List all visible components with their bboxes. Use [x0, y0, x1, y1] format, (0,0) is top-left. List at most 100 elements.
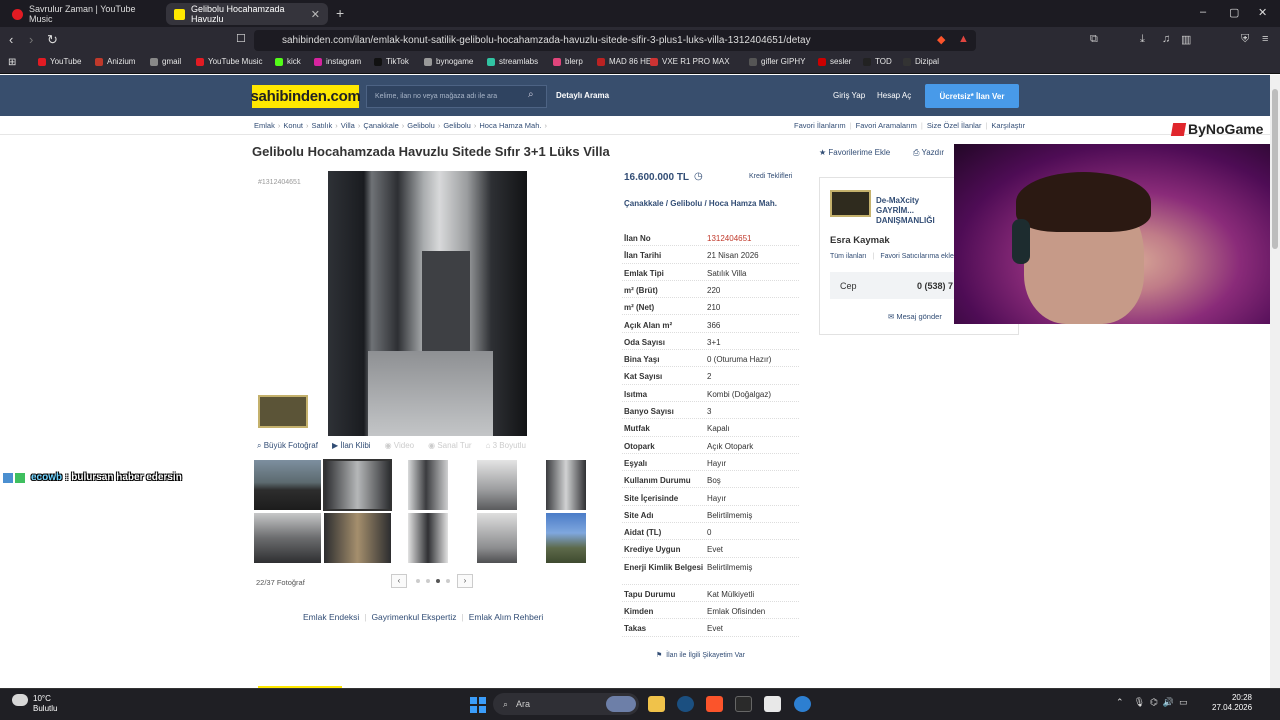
- login-link[interactable]: Giriş Yap: [833, 91, 865, 100]
- bookmark-item[interactable]: gifler GIPHY: [749, 57, 805, 66]
- page-scrollbar[interactable]: [1270, 75, 1280, 688]
- minimize-button[interactable]: –: [1200, 6, 1206, 18]
- location-link[interactable]: Çanakkale / Gelibolu / Hoca Hamza Mah.: [624, 199, 784, 209]
- photo-thumbnail[interactable]: [254, 513, 321, 563]
- breadcrumb-item[interactable]: Emlak: [254, 121, 275, 130]
- info-link[interactable]: Emlak Endeksi: [303, 612, 359, 622]
- breadcrumb-item[interactable]: Satılık: [311, 121, 332, 130]
- bookmark-item[interactable]: kick: [275, 57, 301, 66]
- free-ad-button[interactable]: Ücretsiz* İlan Ver: [925, 84, 1019, 108]
- top-link[interactable]: Favori Aramalarım: [856, 121, 917, 130]
- breadcrumb-item[interactable]: Gelibolu: [443, 121, 471, 130]
- send-message-link[interactable]: ✉ Mesaj gönder: [888, 312, 942, 321]
- downloads-icon[interactable]: ⤓: [1140, 33, 1145, 46]
- main-photo[interactable]: [328, 171, 527, 436]
- agency-name[interactable]: De-MaXcity GAYRİM... DANIŞMANLIĞI: [876, 196, 956, 226]
- site-search-input[interactable]: Kelime, ilan no veya mağaza adı ile ara: [366, 85, 547, 108]
- new-tab-button[interactable]: +: [336, 5, 344, 21]
- epic-games-icon[interactable]: [735, 696, 752, 712]
- battery-icon[interactable]: ▭: [1179, 697, 1188, 707]
- register-link[interactable]: Hesap Aç: [877, 91, 911, 100]
- bookmark-item[interactable]: TOD: [863, 57, 892, 66]
- bookmark-item[interactable]: sesler: [818, 57, 851, 66]
- volume-icon[interactable]: 🔊: [1163, 697, 1174, 707]
- detailed-search-link[interactable]: Detaylı Arama: [556, 91, 609, 100]
- top-link[interactable]: Karşılaştır: [991, 121, 1025, 130]
- photo-thumbnail[interactable]: [477, 513, 517, 563]
- page-dot[interactable]: [446, 579, 450, 583]
- bookmark-item[interactable]: YouTube Music: [196, 57, 263, 66]
- bookmark-item[interactable]: VXE R1 PRO MAX: [650, 57, 730, 66]
- bookmark-icon[interactable]: ☐: [236, 32, 246, 45]
- tab-youtube-music[interactable]: Savrulur Zaman | YouTube Music: [4, 3, 164, 25]
- photo-thumbnail[interactable]: [408, 513, 448, 563]
- network-icon[interactable]: ⌬: [1150, 697, 1158, 707]
- brave-shield-icon[interactable]: ◆: [937, 33, 945, 46]
- ad-clip-button[interactable]: ▶ İlan Klibi: [332, 441, 371, 451]
- favorite-seller-link[interactable]: Favori Satıcılarıma ekle: [880, 253, 954, 260]
- vpn-icon[interactable]: ⛨: [1241, 33, 1249, 46]
- back-icon[interactable]: ‹: [9, 32, 13, 47]
- page-dot[interactable]: [426, 579, 430, 583]
- top-link[interactable]: Favori İlanlarım: [794, 121, 846, 130]
- music-icon[interactable]: ♫: [1162, 33, 1170, 45]
- settings-app-icon[interactable]: [794, 696, 811, 712]
- page-dot[interactable]: [436, 579, 440, 583]
- weather-cloud-icon[interactable]: [12, 694, 28, 706]
- print-link[interactable]: ⎙ Yazdır: [913, 148, 944, 158]
- search-icon[interactable]: ⌕: [528, 89, 534, 100]
- sidebar-icon[interactable]: ▥: [1181, 33, 1191, 46]
- photo-thumbnail[interactable]: [546, 460, 586, 510]
- bookmark-item[interactable]: instagram: [314, 57, 361, 66]
- bookmark-item[interactable]: TikTok: [374, 57, 409, 66]
- close-tab-icon[interactable]: ✕: [311, 8, 320, 21]
- price-history-icon[interactable]: ◷: [694, 171, 703, 182]
- chevron-up-icon[interactable]: ⌃: [1116, 697, 1124, 707]
- maximize-button[interactable]: ▢: [1229, 6, 1239, 19]
- bookmark-item[interactable]: gmail: [150, 57, 181, 66]
- large-photo-button[interactable]: ⌕ Büyük Fotoğraf: [257, 441, 318, 451]
- photo-thumbnail[interactable]: [323, 459, 392, 511]
- reload-icon[interactable]: ↻: [47, 32, 58, 48]
- forward-icon[interactable]: ›: [29, 32, 33, 47]
- all-listings-link[interactable]: Tüm ilanları: [830, 253, 867, 260]
- bookmark-item[interactable]: Anizium: [95, 57, 135, 66]
- phone-number[interactable]: 0 (538) 7: [917, 281, 953, 291]
- microsoft-store-icon[interactable]: [764, 696, 781, 712]
- brave-browser-icon[interactable]: [706, 696, 723, 712]
- bookmark-item[interactable]: bynogame: [424, 57, 473, 66]
- steam-icon[interactable]: [677, 696, 694, 712]
- photo-thumbnail[interactable]: [254, 460, 321, 510]
- add-favorite-link[interactable]: ★ Favorilerime Ekle: [819, 148, 890, 157]
- menu-icon[interactable]: ≡: [1262, 33, 1268, 45]
- breadcrumb-item[interactable]: Konut: [283, 121, 303, 130]
- bookmark-item[interactable]: blerp: [553, 57, 583, 66]
- photo-thumbnail[interactable]: [546, 513, 586, 563]
- credit-offers-link[interactable]: Kredi Teklifleri: [749, 173, 792, 180]
- url-field[interactable]: sahibinden.com/ilan/emlak-konut-satilik-…: [254, 30, 976, 51]
- breadcrumb-item[interactable]: Hoca Hamza Mah.: [479, 121, 541, 130]
- top-link[interactable]: Size Özel İlanlar: [927, 121, 982, 130]
- bookmark-item[interactable]: Dizipal: [903, 57, 939, 66]
- windows-start-icon[interactable]: [470, 697, 486, 713]
- info-link[interactable]: Gayrimenkul Ekspertiz: [371, 612, 456, 622]
- info-link[interactable]: Emlak Alım Rehberi: [469, 612, 544, 622]
- page-dot[interactable]: [416, 579, 420, 583]
- taskbar-clock[interactable]: 20:28 27.04.2026: [1212, 693, 1252, 713]
- extensions-icon[interactable]: ⧉: [1090, 33, 1098, 46]
- bookmark-item[interactable]: YouTube: [38, 57, 81, 66]
- photo-thumbnail[interactable]: [477, 460, 517, 510]
- breadcrumb-item[interactable]: Gelibolu: [407, 121, 435, 130]
- sahibinden-logo[interactable]: sahibinden.com: [251, 85, 361, 108]
- prev-page-button[interactable]: ‹: [391, 574, 407, 588]
- next-page-button[interactable]: ›: [457, 574, 473, 588]
- complaint-link[interactable]: ⚑ İlan ile İlgili Şikayetim Var: [656, 651, 745, 659]
- breadcrumb-item[interactable]: Çanakkale: [363, 121, 398, 130]
- file-explorer-icon[interactable]: [648, 696, 665, 712]
- taskbar-search[interactable]: ⌕ Ara: [493, 693, 639, 715]
- brave-rewards-icon[interactable]: ▲: [958, 33, 969, 45]
- photo-thumbnail[interactable]: [324, 513, 391, 563]
- tab-sahibinden[interactable]: Gelibolu Hocahamzada Havuzlu ✕: [166, 3, 328, 25]
- close-window-button[interactable]: ✕: [1258, 6, 1267, 19]
- bookmark-item[interactable]: MAD 86 HE: [597, 57, 651, 66]
